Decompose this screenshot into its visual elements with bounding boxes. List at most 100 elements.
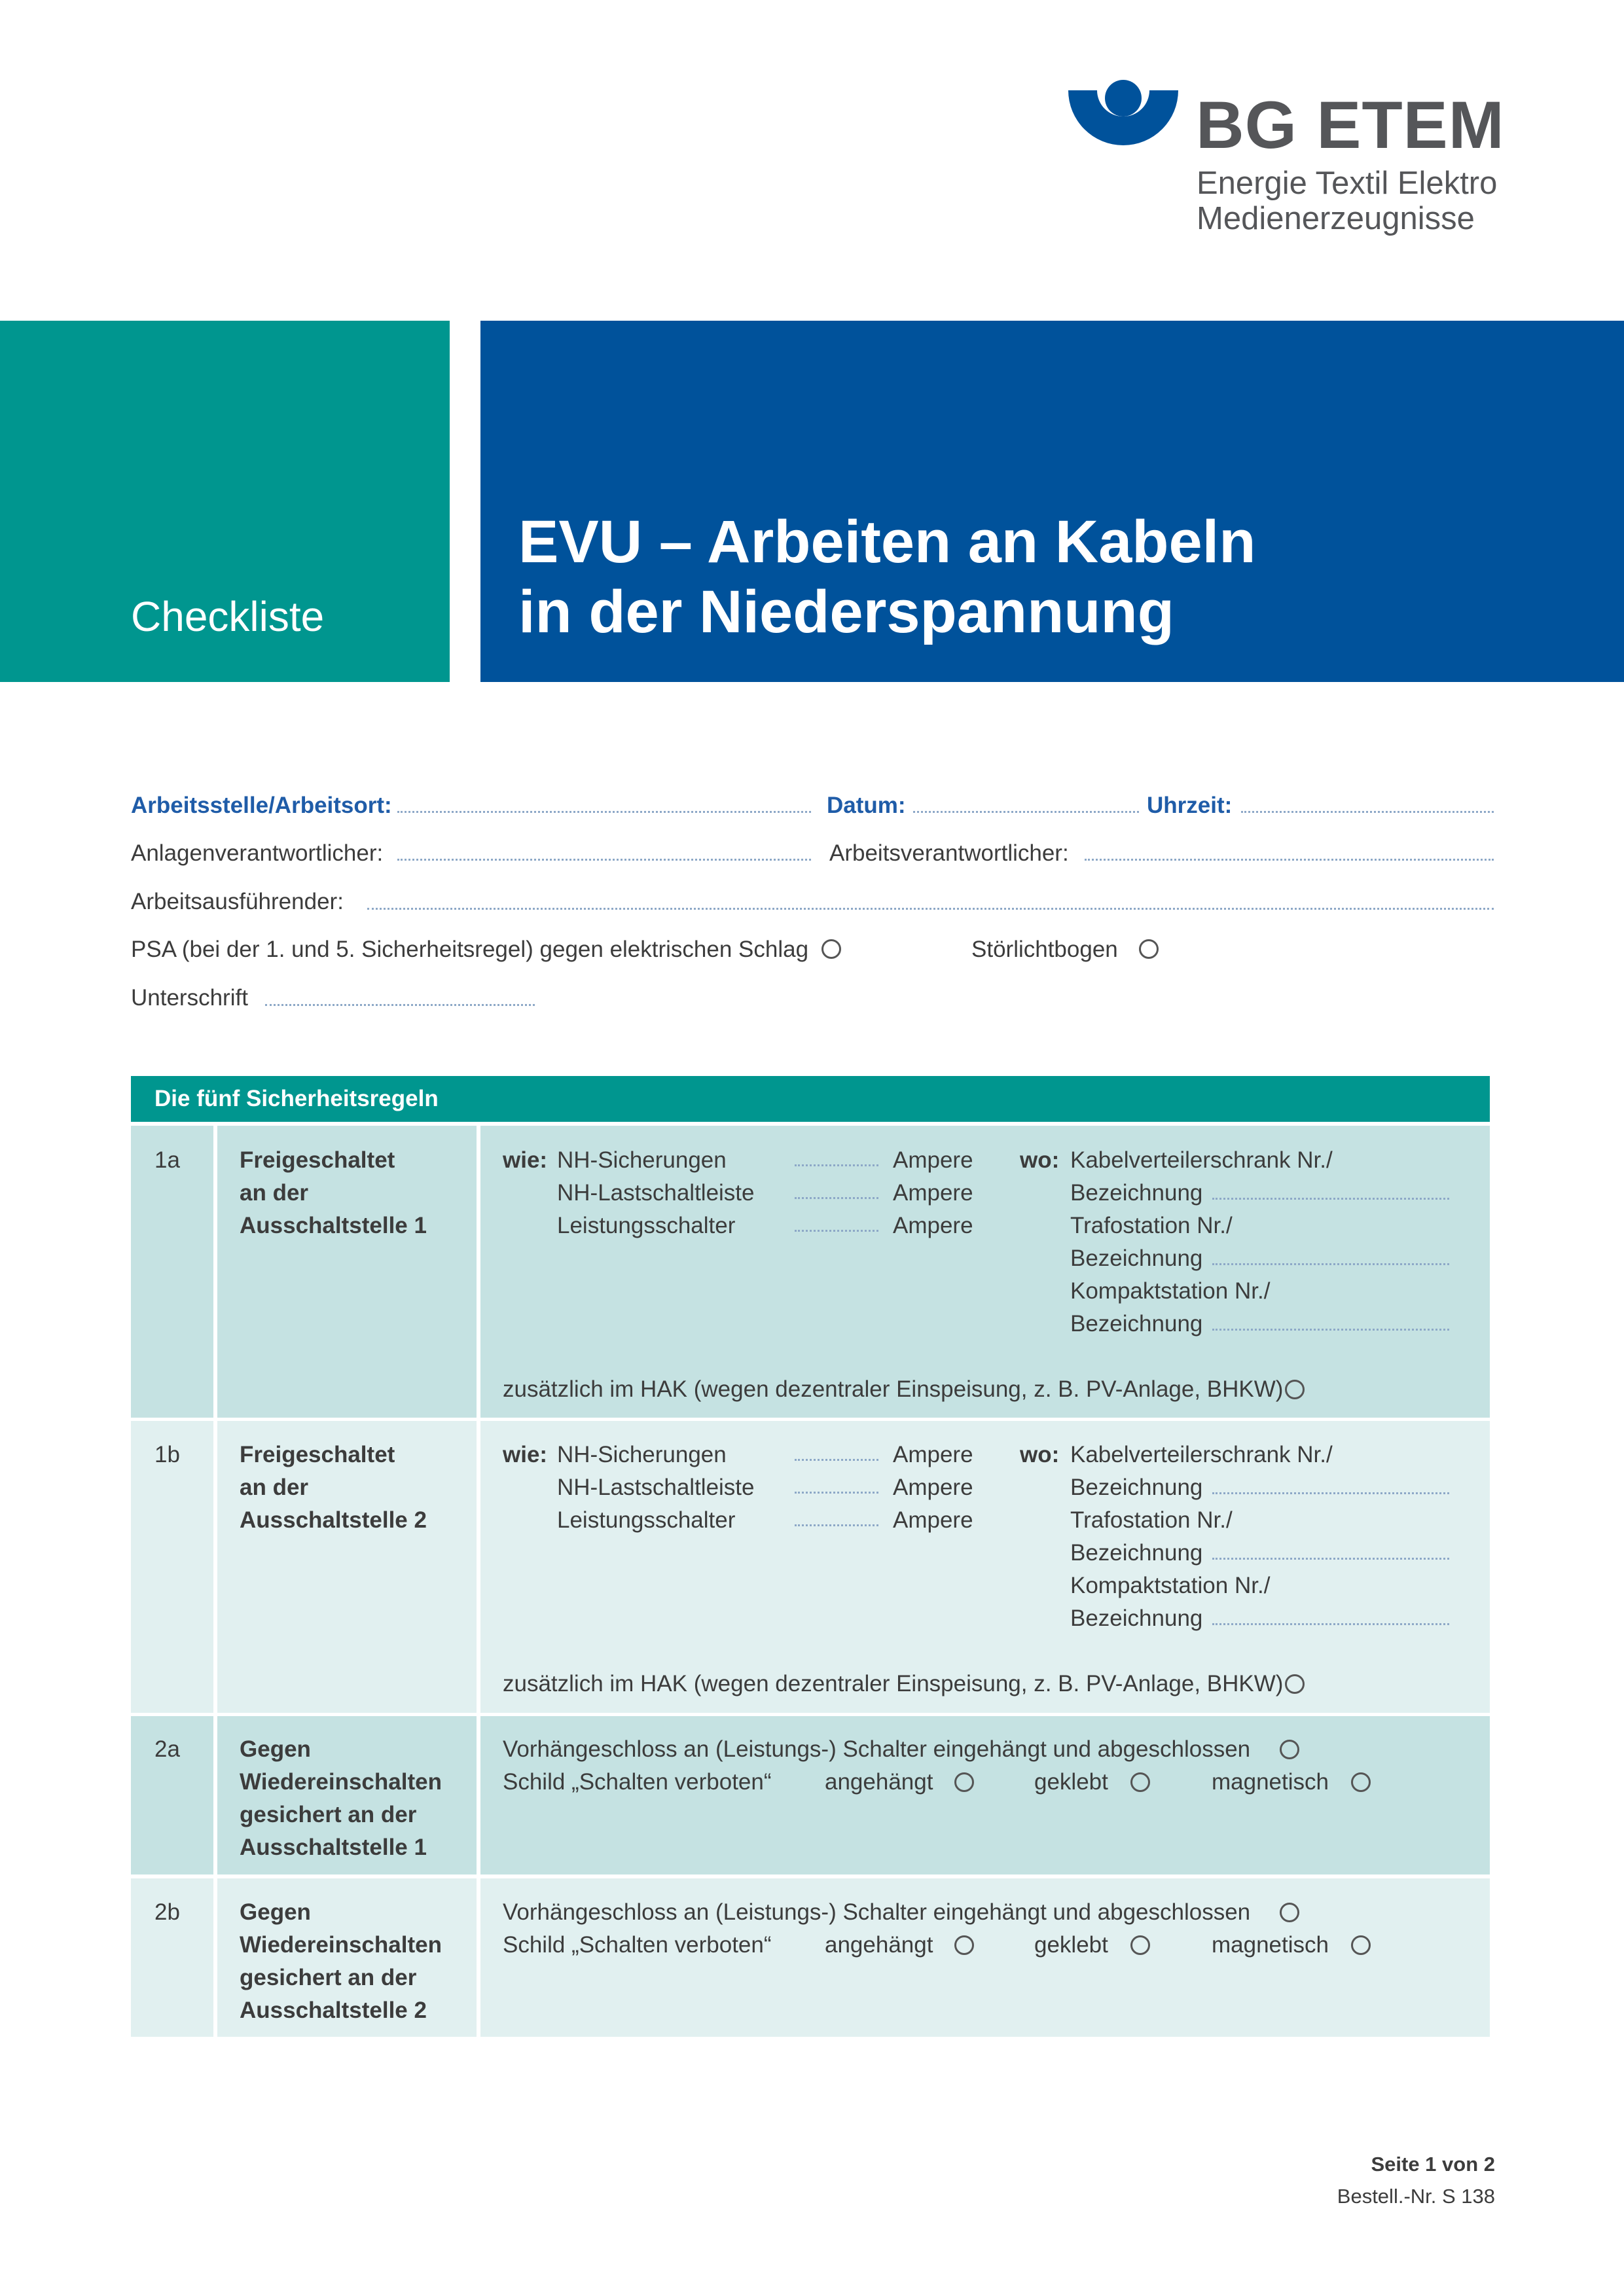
ampere-field[interactable]	[795, 1524, 878, 1526]
document-title: in der Niederspannung	[518, 579, 1174, 645]
row-title: Gegen	[240, 1899, 311, 1925]
ampere-field[interactable]	[795, 1197, 878, 1199]
unterschrift-label: Unterschrift	[131, 985, 248, 1011]
row-title: gesichert an der	[240, 1965, 417, 1990]
row-number: 2a	[154, 1736, 180, 1762]
unit-label: Ampere	[893, 1475, 973, 1500]
logo-subtitle: Medienerzeugnisse	[1197, 201, 1475, 236]
schild-label: Schild „Schalten verboten“	[503, 1932, 772, 1958]
ampere-field[interactable]	[795, 1459, 878, 1461]
wo-item: Bezeichnung	[1070, 1311, 1203, 1336]
wie-item: NH-Lastschaltleiste	[557, 1475, 755, 1500]
wo-label: wo:	[1020, 1442, 1060, 1467]
magnetisch-checkbox[interactable]	[1351, 1772, 1371, 1792]
lock-checkbox[interactable]	[1280, 1903, 1299, 1922]
document-title: EVU – Arbeiten an Kabeln	[518, 509, 1256, 575]
bg-etem-logo-icon	[1068, 80, 1178, 145]
table-header: Die fünf Sicherheitsregeln	[131, 1076, 1490, 1122]
arbeitsstelle-label: Arbeitsstelle/Arbeitsort:	[131, 793, 392, 818]
arbeitsausfuehrender-field[interactable]	[367, 908, 1494, 910]
wo-item: Kabelverteilerschrank Nr./	[1070, 1442, 1333, 1467]
row-title: an der	[240, 1180, 309, 1206]
wie-item: NH-Sicherungen	[557, 1442, 727, 1467]
unit-label: Ampere	[893, 1213, 973, 1238]
angehaengt-label: angehängt	[825, 1769, 933, 1795]
bezeichnung-field[interactable]	[1212, 1623, 1449, 1625]
bezeichnung-field[interactable]	[1212, 1558, 1449, 1560]
row-title: Wiedereinschalten	[240, 1769, 442, 1795]
order-number: Bestell.-Nr. S 138	[1337, 2185, 1495, 2208]
row-number: 1b	[154, 1442, 180, 1467]
wo-item: Kabelverteilerschrank Nr./	[1070, 1147, 1333, 1173]
uhrzeit-label: Uhrzeit:	[1147, 793, 1233, 818]
wo-item: Trafostation Nr./	[1070, 1213, 1233, 1238]
ampere-field[interactable]	[795, 1492, 878, 1494]
lock-checkbox[interactable]	[1280, 1740, 1299, 1759]
unit-label: Ampere	[893, 1507, 973, 1533]
datum-label: Datum:	[827, 793, 906, 818]
document-type-label: Checkliste	[131, 593, 325, 640]
hak-label: zusätzlich im HAK (wegen dezentraler Ein…	[503, 1376, 1284, 1402]
geklebt-checkbox[interactable]	[1130, 1772, 1150, 1792]
angehaengt-checkbox[interactable]	[954, 1935, 974, 1955]
geklebt-label: geklebt	[1034, 1932, 1108, 1958]
row-title: Ausschaltstelle 1	[240, 1835, 427, 1860]
psa-checkbox[interactable]	[821, 939, 841, 959]
wo-item: Trafostation Nr./	[1070, 1507, 1233, 1533]
wo-item: Kompaktstation Nr./	[1070, 1278, 1271, 1304]
lock-label: Vorhängeschloss an (Leistungs-) Schalter…	[503, 1899, 1251, 1925]
unterschrift-field[interactable]	[265, 1004, 535, 1006]
bezeichnung-field[interactable]	[1212, 1198, 1449, 1200]
hak-checkbox[interactable]	[1285, 1380, 1305, 1399]
anlagenverantwortlicher-label: Anlagenverantwortlicher:	[131, 840, 384, 866]
arbeitsausfuehrender-label: Arbeitsausführender:	[131, 889, 344, 914]
stoerlichtbogen-label: Störlichtbogen	[971, 937, 1118, 962]
datum-field[interactable]	[913, 811, 1139, 813]
unit-label: Ampere	[893, 1442, 973, 1467]
geklebt-label: geklebt	[1034, 1769, 1108, 1795]
wo-item: Bezeichnung	[1070, 1246, 1203, 1271]
anlagenverantwortlicher-field[interactable]	[397, 859, 811, 861]
wie-label: wie:	[503, 1442, 548, 1467]
bezeichnung-field[interactable]	[1212, 1263, 1449, 1265]
magnetisch-checkbox[interactable]	[1351, 1935, 1371, 1955]
wo-label: wo:	[1020, 1147, 1060, 1173]
row-number: 2b	[154, 1899, 180, 1925]
wo-item: Bezeichnung	[1070, 1540, 1203, 1566]
angehaengt-checkbox[interactable]	[954, 1772, 974, 1792]
geklebt-checkbox[interactable]	[1130, 1935, 1150, 1955]
uhrzeit-field[interactable]	[1241, 811, 1494, 813]
wie-item: Leistungsschalter	[557, 1213, 736, 1238]
bezeichnung-field[interactable]	[1212, 1329, 1449, 1331]
angehaengt-label: angehängt	[825, 1932, 933, 1958]
ampere-field[interactable]	[795, 1164, 878, 1166]
wie-item: Leistungsschalter	[557, 1507, 736, 1533]
logo-title: BG ETEM	[1196, 88, 1505, 162]
wo-item: Bezeichnung	[1070, 1475, 1203, 1500]
schild-label: Schild „Schalten verboten“	[503, 1769, 772, 1795]
row-title: gesichert an der	[240, 1802, 417, 1827]
row-number: 1a	[154, 1147, 180, 1173]
arbeitsstelle-field[interactable]	[397, 811, 811, 813]
ampere-field[interactable]	[795, 1230, 878, 1232]
table-header-title: Die fünf Sicherheitsregeln	[154, 1086, 439, 1111]
bezeichnung-field[interactable]	[1212, 1492, 1449, 1494]
page-number: Seite 1 von 2	[1371, 2153, 1495, 2176]
row-title: Freigeschaltet	[240, 1442, 395, 1467]
stoerlichtbogen-checkbox[interactable]	[1139, 939, 1159, 959]
unit-label: Ampere	[893, 1180, 973, 1206]
wo-item: Kompaktstation Nr./	[1070, 1573, 1271, 1598]
arbeitsverantwortlicher-label: Arbeitsverantwortlicher:	[829, 840, 1069, 866]
row-title: Ausschaltstelle 1	[240, 1213, 427, 1238]
psa-label: PSA (bei der 1. und 5. Sicherheitsregel)…	[131, 937, 809, 962]
unit-label: Ampere	[893, 1147, 973, 1173]
wo-item: Bezeichnung	[1070, 1605, 1203, 1631]
row-title: Wiedereinschalten	[240, 1932, 442, 1958]
row-title: an der	[240, 1475, 309, 1500]
wo-item: Bezeichnung	[1070, 1180, 1203, 1206]
lock-label: Vorhängeschloss an (Leistungs-) Schalter…	[503, 1736, 1251, 1762]
hak-checkbox[interactable]	[1285, 1674, 1305, 1694]
row-title: Freigeschaltet	[240, 1147, 395, 1173]
row-title: Ausschaltstelle 2	[240, 1507, 427, 1533]
arbeitsverantwortlicher-field[interactable]	[1085, 859, 1494, 861]
